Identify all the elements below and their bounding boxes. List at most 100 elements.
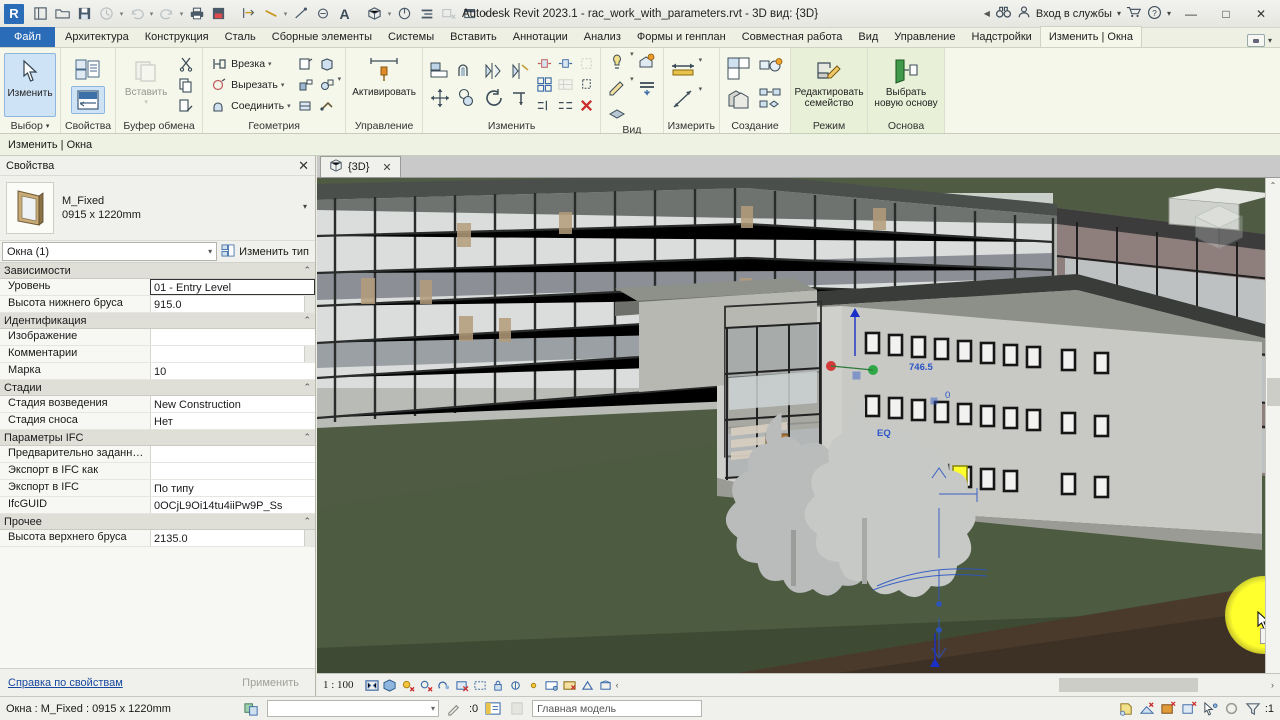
undo-icon[interactable] bbox=[126, 3, 147, 24]
category-selector[interactable]: Окна (1) ▾ bbox=[2, 242, 218, 261]
crop-view-icon[interactable] bbox=[454, 677, 470, 693]
revit-logo-button[interactable]: R bbox=[4, 3, 24, 24]
override-graphics-icon[interactable] bbox=[635, 50, 659, 74]
open-icon[interactable] bbox=[52, 3, 73, 24]
property-value[interactable]: 2135.0 bbox=[150, 530, 304, 546]
sun-path-icon[interactable] bbox=[400, 677, 416, 693]
tab-collaborate[interactable]: Совместная работа bbox=[734, 27, 851, 47]
lock-3d-view-icon[interactable] bbox=[490, 677, 506, 693]
aligned-dimension-icon[interactable] bbox=[290, 3, 311, 24]
design-option-view-icon[interactable] bbox=[598, 677, 614, 693]
dropdown-caret-icon[interactable]: ▾ bbox=[118, 10, 125, 18]
sync-with-central-icon[interactable] bbox=[208, 3, 229, 24]
active-design-option[interactable]: Главная модель bbox=[532, 700, 703, 717]
view-tab-3d[interactable]: {3D} ✕ bbox=[320, 156, 401, 177]
property-row-mark[interactable]: Марка 10 bbox=[0, 363, 315, 380]
property-value[interactable]: 0OCjL9Oi14tu4iiPw9P_Ss bbox=[150, 497, 315, 513]
property-row-head-height[interactable]: Высота верхнего бруса 2135.0 bbox=[0, 530, 315, 547]
property-row-level[interactable]: Уровень 01 - Entry Level bbox=[0, 279, 315, 296]
property-row-phase-created[interactable]: Стадия возведения New Construction bbox=[0, 396, 315, 413]
text-icon[interactable]: A bbox=[334, 3, 355, 24]
copy-element-icon[interactable] bbox=[454, 85, 480, 111]
view-scale-label[interactable]: 1 : 100 bbox=[323, 679, 360, 691]
temporary-hide-isolate-icon[interactable] bbox=[508, 677, 524, 693]
activate-dimensions-button[interactable]: Активировать bbox=[350, 53, 418, 117]
chevron-down-icon[interactable]: ▾ bbox=[208, 247, 212, 256]
property-row-sill-height[interactable]: Высота нижнего бруса 915.0 bbox=[0, 296, 315, 313]
reveal-hidden-icon[interactable] bbox=[635, 75, 659, 99]
apply-button[interactable]: Применить bbox=[234, 675, 307, 691]
signin-caret-icon[interactable]: ▾ bbox=[1117, 9, 1121, 18]
vertical-scroll-thumb[interactable] bbox=[1267, 378, 1280, 406]
sign-in-label[interactable]: Вход в службы bbox=[1036, 8, 1112, 20]
analytical-model-icon[interactable] bbox=[580, 677, 596, 693]
unpin-icon[interactable] bbox=[555, 54, 575, 74]
close-inactive-views-icon[interactable] bbox=[438, 3, 459, 24]
maximize-button[interactable]: □ bbox=[1211, 1, 1241, 27]
view3d-caret-icon[interactable]: ▾ bbox=[386, 10, 393, 18]
restore-excluded-icon[interactable] bbox=[576, 54, 596, 74]
thin-lines-icon[interactable] bbox=[416, 3, 437, 24]
cut-geometry-caret-icon[interactable]: ▾ bbox=[268, 60, 272, 68]
move-icon[interactable] bbox=[427, 85, 453, 111]
tab-modify-windows[interactable]: Изменить | Окна bbox=[1039, 26, 1142, 47]
exclude-options-icon[interactable] bbox=[508, 700, 526, 718]
design-options-icon[interactable] bbox=[243, 700, 261, 718]
beam-join-icon[interactable] bbox=[317, 96, 337, 116]
chevron-down-icon[interactable]: ▾ bbox=[431, 704, 435, 713]
dim-caret-icon[interactable]: ▾ bbox=[282, 10, 289, 18]
tag-icon[interactable] bbox=[312, 3, 333, 24]
print-icon[interactable] bbox=[186, 3, 207, 24]
show-crop-region-icon[interactable] bbox=[472, 677, 488, 693]
property-value[interactable] bbox=[150, 446, 315, 462]
ribbon-minimize-icon[interactable] bbox=[1246, 34, 1265, 47]
show-constraints-icon[interactable] bbox=[562, 677, 578, 693]
split-segment-icon[interactable] bbox=[534, 96, 554, 116]
view-tab-close-icon[interactable]: ✕ bbox=[382, 161, 391, 174]
split-caret-icon[interactable]: ▾ bbox=[338, 75, 342, 95]
viewport-horizontal-scrollbar[interactable] bbox=[629, 678, 1261, 692]
horizontal-scroll-thumb[interactable] bbox=[1058, 678, 1198, 692]
cut-profile-button[interactable]: Вырезать ▾ bbox=[207, 75, 293, 95]
collapse-icon[interactable]: ⌃ bbox=[303, 516, 311, 527]
tab-annotate[interactable]: Аннотации bbox=[505, 27, 576, 47]
property-value[interactable]: 915.0 bbox=[150, 296, 304, 312]
filter-icon[interactable] bbox=[1244, 700, 1262, 718]
paste-caret-icon[interactable]: ▾ bbox=[144, 98, 148, 106]
collapse-icon[interactable]: ⌃ bbox=[303, 315, 311, 326]
measure-along-element-icon[interactable] bbox=[668, 85, 698, 113]
detail-level-icon[interactable] bbox=[364, 677, 380, 693]
visual-style-icon[interactable] bbox=[382, 677, 398, 693]
edit-type-button[interactable]: Изменить тип bbox=[221, 244, 313, 260]
ribbon-options-caret-icon[interactable]: ▾ bbox=[1268, 36, 1272, 45]
mirror-pick-axis-icon[interactable] bbox=[481, 58, 507, 84]
copy-button[interactable] bbox=[174, 75, 198, 95]
tab-file[interactable]: Файл bbox=[0, 27, 56, 47]
group-icon[interactable] bbox=[534, 75, 554, 95]
align-icon[interactable] bbox=[427, 58, 453, 84]
view-cube[interactable] bbox=[1186, 196, 1252, 258]
close-button[interactable]: ✕ bbox=[1246, 1, 1276, 27]
type-selector-caret-icon[interactable]: ▾ bbox=[303, 202, 307, 211]
mirror-draw-axis-icon[interactable] bbox=[508, 58, 534, 84]
property-row-image[interactable]: Изображение bbox=[0, 329, 315, 346]
property-row-ifcguid[interactable]: IfcGUID 0OCjL9Oi14tu4iiPw9P_Ss bbox=[0, 497, 315, 514]
worksharing-display-icon[interactable] bbox=[1181, 700, 1199, 718]
dimension-icon[interactable] bbox=[260, 3, 281, 24]
property-row-phase-demolished[interactable]: Стадия сноса Нет bbox=[0, 413, 315, 430]
select-link-icon[interactable] bbox=[1202, 700, 1220, 718]
select-panel-caret-icon[interactable]: ▾ bbox=[46, 122, 50, 130]
shopping-cart-icon[interactable] bbox=[1126, 5, 1142, 22]
join-geometry-caret-icon[interactable]: ▾ bbox=[287, 102, 291, 110]
tab-steel[interactable]: Сталь bbox=[217, 27, 264, 47]
property-value[interactable]: 01 - Entry Level bbox=[150, 279, 315, 295]
design-option-status-icon[interactable] bbox=[1160, 700, 1178, 718]
editing-request-icon[interactable] bbox=[1118, 700, 1136, 718]
left-caret-icon[interactable]: ◀ bbox=[984, 9, 990, 18]
help-caret-icon[interactable]: ▾ bbox=[1167, 9, 1171, 18]
split-with-gap-icon[interactable] bbox=[555, 96, 575, 116]
split-face-icon[interactable] bbox=[317, 54, 337, 74]
linework-icon[interactable] bbox=[605, 75, 629, 99]
cut-profile-caret-icon[interactable]: ▾ bbox=[281, 81, 285, 89]
property-value[interactable]: New Construction bbox=[150, 396, 315, 412]
